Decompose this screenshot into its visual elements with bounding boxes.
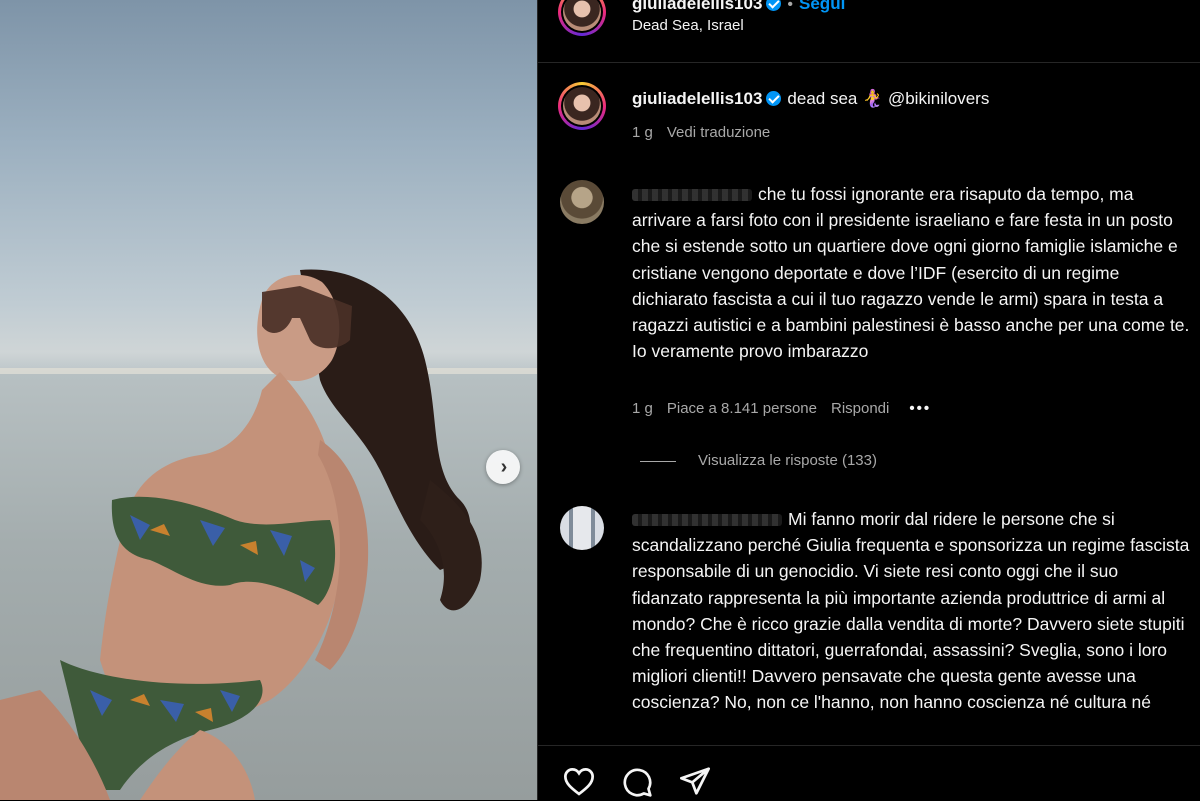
post-details-panel: giuliadelellis103 • Segui Dead Sea, Israel… — [537, 0, 1200, 800]
comment-text: che tu fossi ignorante era risaputo da t… — [632, 184, 1190, 362]
comment-likes[interactable]: Piace a 8.141 persone — [667, 400, 817, 417]
caption: giuliadelellis103 dead sea 🧜‍♀️ @bikinilo… — [632, 89, 989, 109]
header-separator: • — [787, 0, 794, 13]
view-replies-label: Visualizza le risposte (133) — [698, 452, 877, 469]
view-replies-button[interactable]: Visualizza le risposte (133) — [640, 452, 877, 469]
author-username[interactable]: giuliadelellis103 — [632, 0, 762, 13]
blurred-username — [632, 189, 752, 202]
header-user-row: giuliadelellis103 • Segui — [632, 0, 845, 14]
comment-icon[interactable] — [620, 766, 654, 798]
comment-item: Mi fanno morir dal ridere le persone che… — [632, 506, 1192, 716]
reply-button[interactable]: Rispondi — [831, 400, 889, 417]
see-translation-button[interactable]: Vedi traduzione — [667, 124, 770, 141]
caption-meta: 1 g Vedi traduzione — [632, 124, 770, 141]
replies-divider — [640, 460, 676, 462]
comment-text: Mi fanno morir dal ridere le persone che… — [632, 509, 1190, 713]
caption-author-avatar[interactable] — [558, 82, 606, 130]
comment-time[interactable]: 1 g — [632, 400, 653, 417]
commenter-avatar[interactable] — [560, 180, 604, 224]
photo-subject — [0, 269, 482, 800]
follow-button[interactable]: Segui — [799, 0, 845, 13]
post-actions-bar — [538, 745, 1200, 801]
caption-time[interactable]: 1 g — [632, 124, 653, 141]
post-header: giuliadelellis103 • Segui Dead Sea, Israel — [538, 0, 1200, 63]
blurred-username — [632, 514, 782, 527]
more-options-icon[interactable]: ••• — [909, 400, 931, 417]
send-icon[interactable] — [678, 766, 712, 796]
heart-icon[interactable] — [562, 766, 596, 796]
verified-badge-icon — [766, 0, 782, 11]
author-avatar[interactable] — [558, 0, 606, 36]
caption-username[interactable]: giuliadelellis103 — [632, 89, 762, 108]
post-location[interactable]: Dead Sea, Israel — [632, 17, 744, 34]
caption-text: dead sea 🧜‍♀️ @bikinilovers — [787, 89, 990, 108]
commenter-avatar[interactable] — [560, 506, 604, 550]
post-photo: › — [0, 0, 537, 800]
comment-meta: 1 g Piace a 8.141 persone Rispondi ••• — [632, 400, 945, 417]
verified-badge-icon — [766, 91, 782, 106]
chevron-right-icon: › — [500, 456, 508, 478]
comment-item: che tu fossi ignorante era risaputo da t… — [632, 181, 1192, 364]
next-image-button[interactable]: › — [486, 450, 520, 484]
